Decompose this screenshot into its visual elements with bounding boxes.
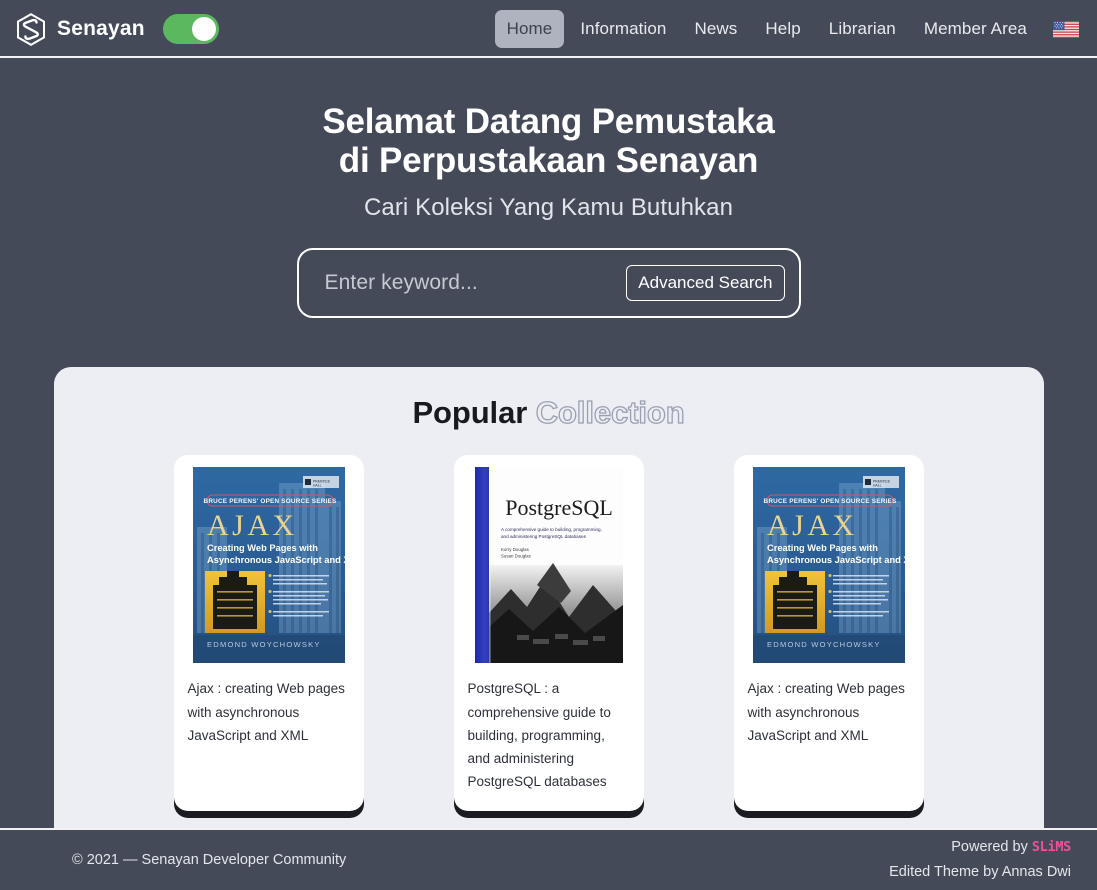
theme-credit-line: Edited Theme by Annas Dwi: [889, 864, 1071, 880]
svg-text:HALL: HALL: [873, 484, 882, 488]
slims-link[interactable]: SLiMS: [1032, 839, 1071, 855]
svg-text:AJAX: AJAX: [767, 509, 858, 542]
nav-item-member-area[interactable]: Member Area: [912, 10, 1039, 48]
book-title: PostgreSQL : a comprehensive guide to bu…: [467, 681, 611, 790]
page-footer: © 2021 — Senayan Developer Community Pow…: [0, 828, 1097, 890]
section-heading: Popular Collection: [54, 395, 1044, 431]
top-navigation-bar: Senayan Home Information News Help Libra…: [0, 0, 1097, 58]
hero-title-line-1: Selamat Datang Pemustaka: [322, 102, 775, 141]
svg-text:A comprehensive guide to build: A comprehensive guide to building, progr…: [501, 527, 602, 532]
section-heading-outline: Collection: [535, 395, 685, 431]
theme-toggle-knob: [191, 17, 216, 41]
page-title: Selamat Datang Pemustaka di Perpustakaan…: [0, 102, 1097, 180]
svg-text:BRUCE PERENS' OPEN SOURCE SERI: BRUCE PERENS' OPEN SOURCE SERIES: [763, 498, 896, 505]
hero-subtitle: Cari Koleksi Yang Kamu Butuhkan: [363, 194, 734, 222]
nav-item-news[interactable]: News: [682, 10, 749, 48]
footer-credits: Powered by SLiMS Edited Theme by Annas D…: [889, 835, 1071, 885]
svg-text:Creating Web Pages with: Creating Web Pages with: [207, 543, 318, 553]
svg-text:EDMOND WOYCHOWSKY: EDMOND WOYCHOWSKY: [207, 640, 321, 649]
theme-toggle-switch[interactable]: [162, 14, 219, 44]
svg-text:EDMOND WOYCHOWSKY: EDMOND WOYCHOWSKY: [767, 640, 881, 649]
copyright-text: © 2021 — Senayan Developer Community: [72, 852, 347, 868]
svg-text:Korry Douglas: Korry Douglas: [501, 547, 530, 552]
section-heading-solid: Popular: [412, 395, 528, 431]
svg-text:HALL: HALL: [313, 484, 322, 488]
ajax-book-cover: PRENTICE HALL BRUCE PERENS' OPEN SOURCE …: [192, 467, 345, 664]
search-bar: Advanced Search: [296, 248, 801, 319]
hero-section: Selamat Datang Pemustaka di Perpustakaan…: [0, 58, 1097, 319]
book-title: Ajax : creating Web pages with asynchron…: [187, 681, 345, 743]
postgresql-book-cover: PostgreSQL A comprehensive guide to buil…: [473, 467, 625, 664]
brand-logo-link[interactable]: Senayan: [16, 12, 145, 46]
hexagon-s-logo-icon: [16, 12, 46, 46]
ajax-book-cover: PRENTICE HALL BRUCE PERENS' OPEN SOURCE …: [752, 467, 905, 664]
powered-by-line: Powered by SLiMS: [889, 835, 1071, 860]
hero-title-line-2: di Perpustakaan Senayan: [338, 141, 759, 181]
svg-text:and administering PostgreSQL d: and administering PostgreSQL databases: [501, 534, 587, 539]
brand-name: Senayan: [57, 17, 145, 40]
svg-text:PostgreSQL: PostgreSQL: [505, 495, 613, 520]
nav-item-home[interactable]: Home: [494, 10, 565, 48]
us-flag-icon[interactable]: [1043, 20, 1079, 38]
book-title: Ajax : creating Web pages with asynchron…: [747, 681, 905, 743]
svg-text:Creating Web Pages with: Creating Web Pages with: [767, 543, 878, 553]
search-input[interactable]: [324, 271, 627, 296]
nav-item-information[interactable]: Information: [568, 10, 678, 48]
popular-collection-panel: Popular Collection PRENTICE HALL BRUCE P…: [53, 367, 1044, 846]
book-card[interactable]: PRENTICE HALL BRUCE PERENS' OPEN SOURCE …: [173, 455, 364, 812]
nav-item-help[interactable]: Help: [753, 10, 812, 48]
svg-text:Asynchronous JavaScript and XM: Asynchronous JavaScript and XML: [207, 555, 345, 565]
svg-text:Asynchronous JavaScript and XM: Asynchronous JavaScript and XML: [767, 555, 905, 565]
book-card-list: PRENTICE HALL BRUCE PERENS' OPEN SOURCE …: [54, 455, 1044, 812]
book-card[interactable]: PostgreSQL A comprehensive guide to buil…: [453, 455, 644, 812]
nav-item-librarian[interactable]: Librarian: [817, 10, 908, 48]
svg-text:Susan Douglas: Susan Douglas: [501, 554, 532, 559]
advanced-search-button[interactable]: Advanced Search: [626, 265, 785, 302]
book-card[interactable]: PRENTICE HALL BRUCE PERENS' OPEN SOURCE …: [733, 455, 924, 812]
powered-by-label: Powered by: [951, 839, 1032, 856]
svg-text:AJAX: AJAX: [207, 509, 298, 542]
svg-text:BRUCE PERENS' OPEN SOURCE SERI: BRUCE PERENS' OPEN SOURCE SERIES: [203, 498, 336, 505]
main-menu: Home Information News Help Librarian Mem…: [494, 10, 1079, 48]
